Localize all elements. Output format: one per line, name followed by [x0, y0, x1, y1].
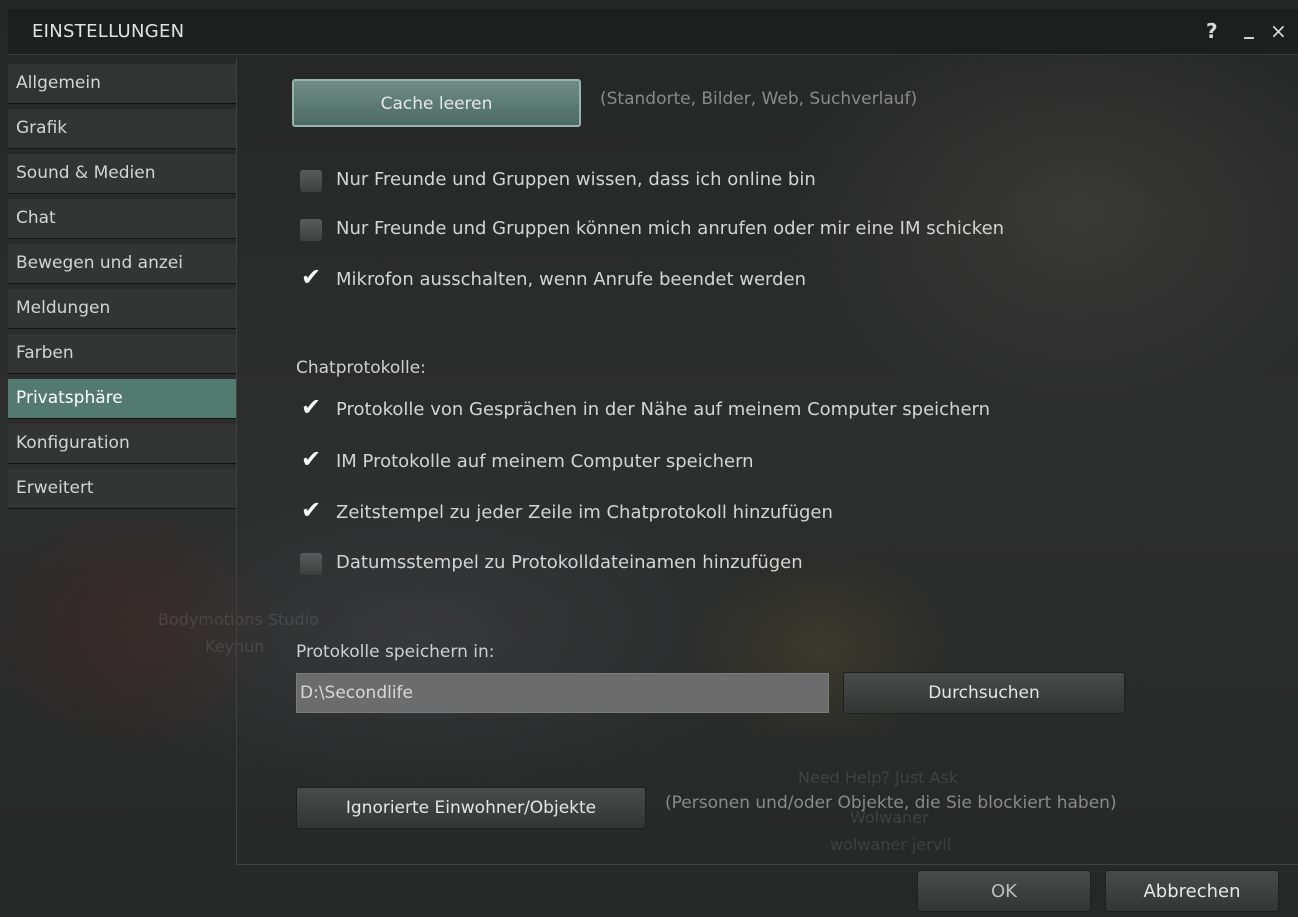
sidebar-item-grafik[interactable]: Grafik — [8, 109, 236, 149]
sidebar-item-allgemein[interactable]: Allgemein — [8, 64, 236, 104]
sidebar-item-meldungen[interactable]: Meldungen — [8, 289, 236, 329]
checkbox-label: Protokolle von Gesprächen in der Nähe au… — [336, 399, 991, 420]
background-text-username: wolwaner jervil — [830, 835, 952, 854]
checkmark-icon[interactable]: ✔ — [301, 263, 321, 291]
settings-sidebar: Allgemein Grafik Sound & Medien Chat Bew… — [8, 64, 236, 514]
sidebar-item-sound-medien[interactable]: Sound & Medien — [8, 154, 236, 194]
minimize-icon[interactable]: _ — [1244, 15, 1254, 39]
ok-button[interactable]: OK — [917, 870, 1091, 912]
checkbox-label: IM Protokolle auf meinem Computer speich… — [336, 451, 754, 472]
sidebar-item-bewegen[interactable]: Bewegen und anzei — [8, 244, 236, 284]
browse-button[interactable]: Durchsuchen — [843, 672, 1125, 714]
background-text-person: Keyhun — [205, 637, 265, 656]
close-icon[interactable]: × — [1270, 19, 1287, 43]
blocked-list-button[interactable]: Ignorierte Einwohner/Objekte — [296, 787, 646, 829]
save-location-label: Protokolle speichern in: — [296, 642, 495, 662]
clear-cache-hint: (Standorte, Bilder, Web, Suchverlauf) — [600, 89, 918, 109]
sidebar-item-chat[interactable]: Chat — [8, 199, 236, 239]
checkbox-box[interactable] — [300, 219, 322, 241]
sidebar-item-privatsphaere[interactable]: Privatsphäre — [8, 379, 236, 419]
checkbox-label: Nur Freunde und Gruppen wissen, dass ich… — [336, 169, 816, 190]
checkbox-box[interactable] — [300, 170, 322, 192]
chatlogs-heading: Chatprotokolle: — [296, 358, 426, 378]
checkmark-icon[interactable]: ✔ — [301, 393, 321, 421]
sidebar-item-farben[interactable]: Farben — [8, 334, 236, 374]
checkbox-label: Zeitstempel zu jeder Zeile im Chatprotok… — [336, 502, 833, 523]
checkbox-label: Nur Freunde und Gruppen können mich anru… — [336, 218, 1005, 239]
clear-cache-button[interactable]: Cache leeren — [292, 79, 581, 127]
cancel-button[interactable]: Abbrechen — [1105, 870, 1279, 912]
checkmark-icon[interactable]: ✔ — [301, 445, 321, 473]
window-title: EINSTELLUNGEN — [32, 21, 185, 42]
footer-divider — [236, 864, 1298, 865]
log-path-field[interactable]: D:\Secondlife — [296, 673, 829, 713]
checkmark-icon[interactable]: ✔ — [301, 496, 321, 524]
checkbox-label: Mikrofon ausschalten, wenn Anrufe beende… — [336, 269, 807, 290]
background-text-studio: Bodymotions Studio — [158, 610, 319, 629]
help-icon[interactable]: ? — [1206, 19, 1218, 43]
sidebar-item-erweitert[interactable]: Erweitert — [8, 469, 236, 509]
sidebar-divider — [236, 58, 237, 865]
sidebar-item-konfiguration[interactable]: Konfiguration — [8, 424, 236, 464]
title-bar: EINSTELLUNGEN ? _ × — [8, 9, 1298, 55]
checkbox-box[interactable] — [300, 553, 322, 575]
checkbox-label: Datumsstempel zu Protokolldateinamen hin… — [336, 552, 803, 573]
background-text-help: Need Help? Just Ask — [798, 768, 959, 787]
blocked-list-hint: (Personen und/oder Objekte, die Sie bloc… — [665, 793, 1117, 813]
